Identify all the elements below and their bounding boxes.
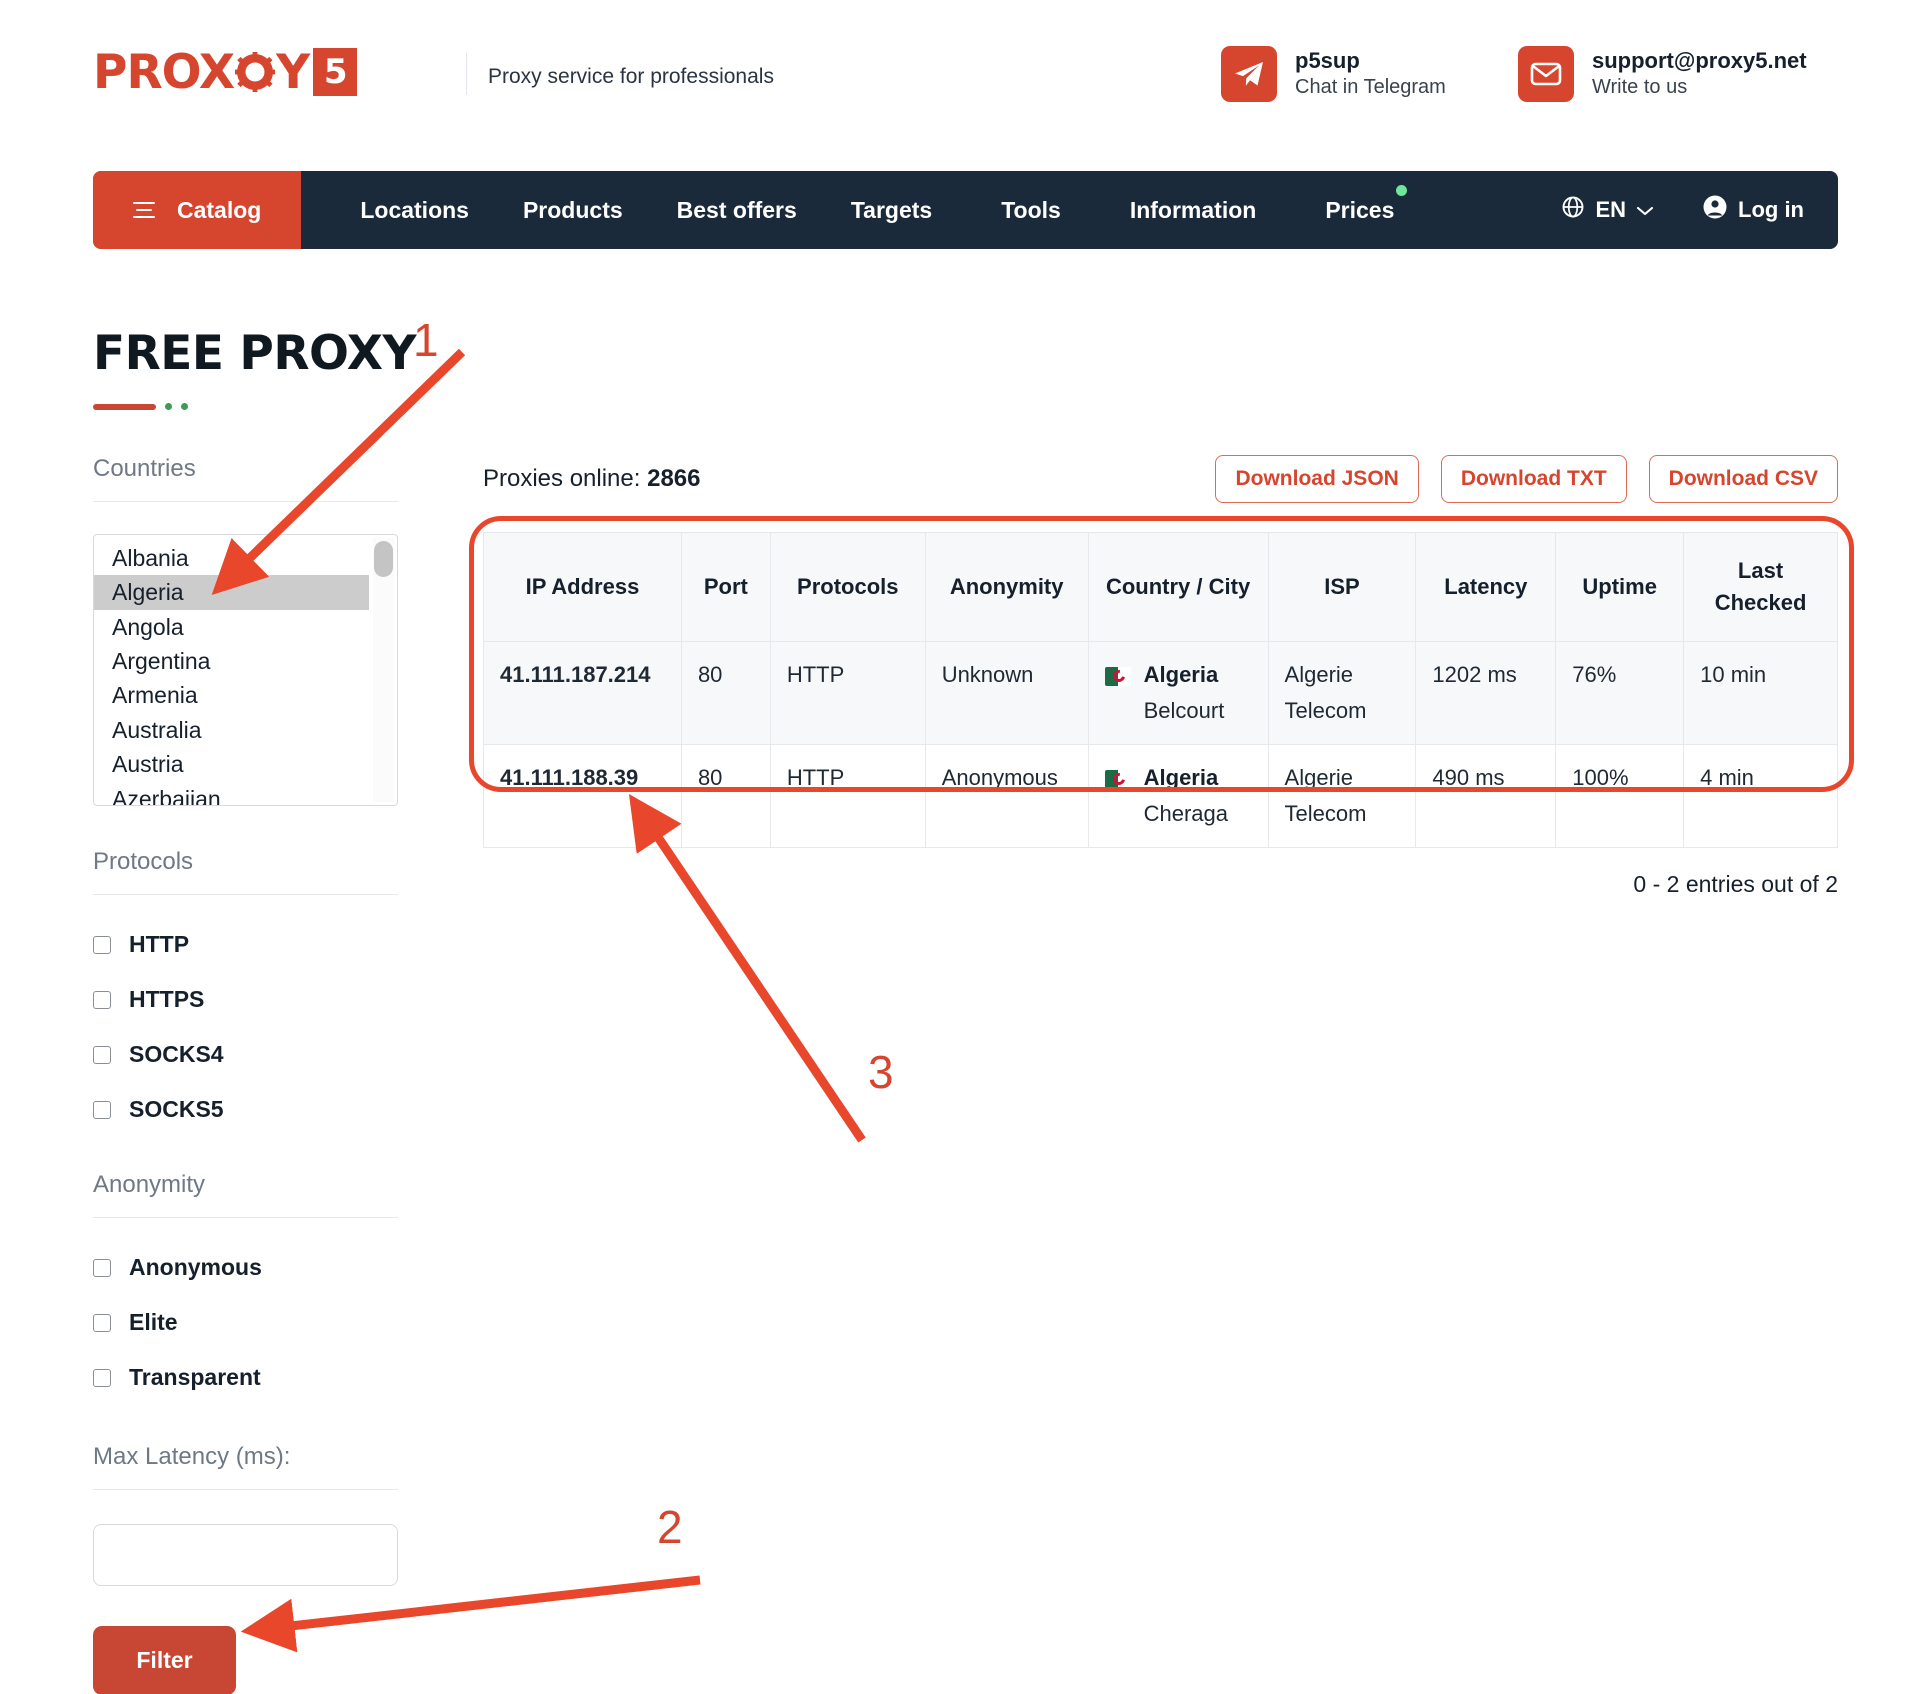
annotation-arrows	[211, 348, 866, 1653]
page-root: PROX Y 5 Proxy service for professionals…	[0, 0, 1932, 1694]
